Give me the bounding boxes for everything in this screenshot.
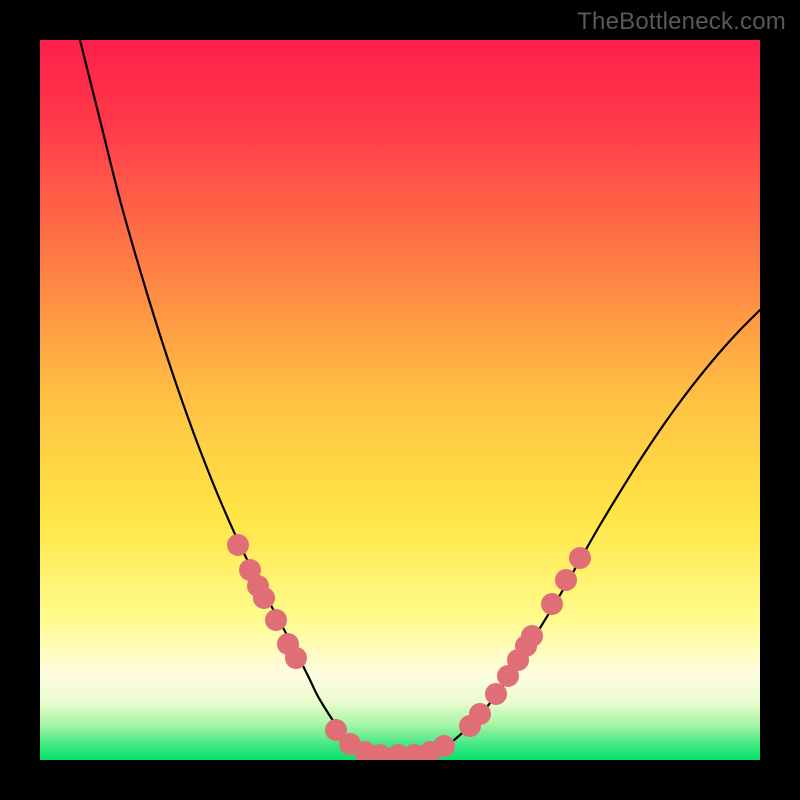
chart-frame: TheBottleneck.com (0, 0, 800, 800)
data-dots (227, 534, 591, 760)
data-dot (569, 547, 591, 569)
data-dot (541, 593, 563, 615)
data-dot (469, 703, 491, 725)
plot-area (40, 40, 760, 760)
data-dot (227, 534, 249, 556)
data-dot (555, 569, 577, 591)
data-dot (485, 683, 507, 705)
watermark-text: TheBottleneck.com (577, 8, 786, 36)
data-dot (253, 587, 275, 609)
data-dot (521, 625, 543, 647)
curve-overlay (40, 40, 760, 760)
data-dot (265, 609, 287, 631)
bottleneck-curve (80, 40, 760, 756)
data-dot (285, 647, 307, 669)
data-dot (433, 735, 455, 757)
